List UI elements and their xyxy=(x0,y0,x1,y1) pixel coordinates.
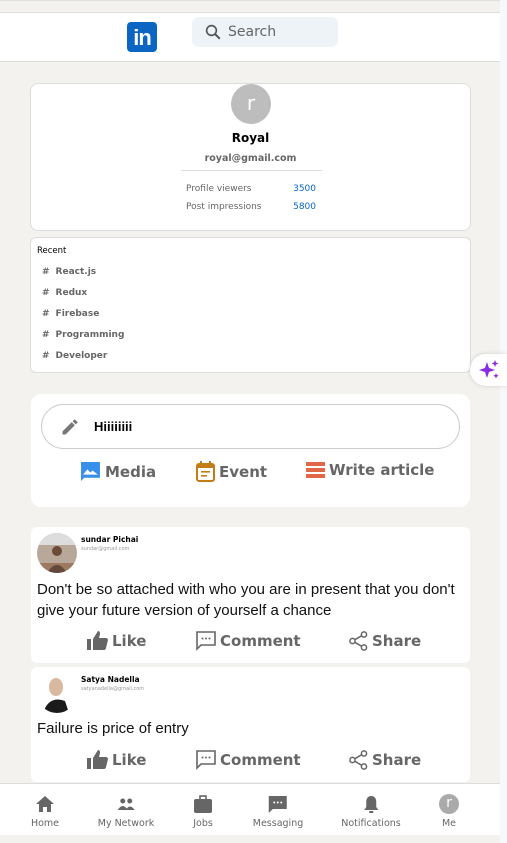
recent-tag[interactable]: # Programming xyxy=(42,330,124,340)
message-icon xyxy=(268,796,287,813)
search-bar[interactable] xyxy=(192,17,338,47)
recent-card: Recent # React.js # Redux # Firebase # Progr… xyxy=(30,237,471,373)
nav-my-network[interactable]: My Network xyxy=(98,794,154,829)
recent-tag[interactable]: # Redux xyxy=(42,288,87,298)
like-button[interactable]: Like xyxy=(87,750,146,769)
post-text: Don't be so attached with who you are in… xyxy=(37,581,455,619)
home-icon xyxy=(36,796,54,812)
stat-label: Post impressions xyxy=(186,202,262,212)
profile-card: r Royal royal@gmail.com Profile viewers 3… xyxy=(30,83,471,231)
recent-tag[interactable]: # Developer xyxy=(42,351,107,361)
briefcase-icon xyxy=(194,795,212,813)
profile-email: royal@gmail.com xyxy=(204,153,297,164)
author-name[interactable]: Satya Nadella xyxy=(81,675,140,684)
share-icon xyxy=(349,750,368,770)
nav-home[interactable]: Home xyxy=(31,794,59,829)
thumbs-up-icon xyxy=(87,631,108,650)
write-article-button[interactable]: Write article xyxy=(306,461,434,479)
bell-icon xyxy=(364,796,378,813)
stat-value: 3500 xyxy=(293,184,316,194)
header: in xyxy=(0,12,500,62)
avatar[interactable]: r xyxy=(231,84,271,124)
post-text: Failure is price of entry xyxy=(37,720,189,737)
compose-input[interactable] xyxy=(94,419,394,434)
nav-notifications[interactable]: Notifications xyxy=(341,794,401,829)
stat-label: Profile viewers xyxy=(186,184,252,194)
author-name[interactable]: sundar Pichai xyxy=(81,535,138,544)
profile-name: Royal xyxy=(231,131,270,145)
avatar: r xyxy=(439,794,459,814)
author-avatar[interactable] xyxy=(37,673,77,713)
post-composer: Media Event Write article xyxy=(31,394,470,507)
pencil-icon xyxy=(62,418,78,434)
stat-post-impressions[interactable]: Post impressions 5800 xyxy=(186,202,316,212)
post-card: Satya Nadella satyanadella@gmail.com Fai… xyxy=(31,667,470,782)
nav-messaging[interactable]: Messaging xyxy=(253,794,303,829)
image-icon xyxy=(81,462,100,481)
share-button[interactable]: Share xyxy=(349,631,421,651)
search-icon xyxy=(205,24,221,40)
article-icon xyxy=(306,462,325,478)
author-email: sundar@gmail.com xyxy=(81,546,130,552)
calendar-icon xyxy=(196,461,215,482)
divider xyxy=(181,170,322,171)
search-input[interactable] xyxy=(228,24,328,40)
linkedin-logo[interactable]: in xyxy=(127,22,157,52)
media-button[interactable]: Media xyxy=(80,461,156,482)
event-button[interactable]: Event xyxy=(196,461,267,482)
stat-profile-viewers[interactable]: Profile viewers 3500 xyxy=(186,184,316,194)
compose-input-box[interactable] xyxy=(41,404,460,449)
app: in r Royal royal@gmail.com Profile viewe… xyxy=(0,0,500,843)
stat-value: 5800 xyxy=(293,202,316,212)
bottom-nav: Home My Network Jobs Messaging Notificat… xyxy=(0,783,500,835)
recent-tag[interactable]: # Firebase xyxy=(42,309,99,319)
nav-jobs[interactable]: Jobs xyxy=(193,794,213,829)
ai-assistant-button[interactable] xyxy=(470,354,507,386)
comment-icon xyxy=(196,750,216,770)
like-button[interactable]: Like xyxy=(87,631,146,650)
share-button[interactable]: Share xyxy=(349,750,421,770)
recent-tag[interactable]: # React.js xyxy=(42,267,96,277)
comment-icon xyxy=(196,631,216,651)
author-avatar[interactable] xyxy=(37,533,77,573)
author-email: satyanadella@gmail.com xyxy=(81,686,145,692)
share-icon xyxy=(349,631,368,651)
network-icon xyxy=(117,798,135,810)
thumbs-up-icon xyxy=(87,750,108,769)
nav-me[interactable]: r Me xyxy=(439,794,459,829)
post-card: sundar Pichai sundar@gmail.com Don't be … xyxy=(31,527,470,663)
sparkle-icon xyxy=(478,360,499,379)
recent-title: Recent xyxy=(37,246,67,256)
comment-button[interactable]: Comment xyxy=(196,631,301,651)
comment-button[interactable]: Comment xyxy=(196,750,301,770)
